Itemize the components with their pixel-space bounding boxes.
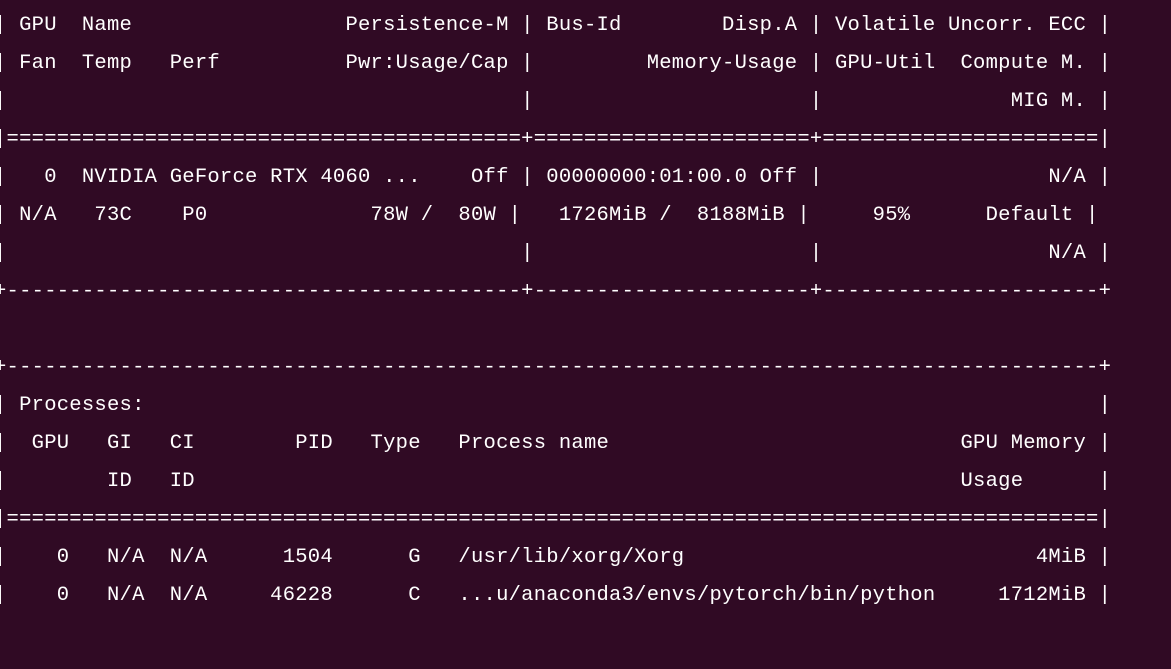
process-table-header-row-1: | GPU GI CI PID Type Process name GPU Me…: [0, 432, 1112, 455]
gpu-row-1: | 0 NVIDIA GeForce RTX 4060 ... Off | 00…: [0, 166, 1112, 189]
process-table-header-row-2: | ID ID Usage |: [0, 470, 1112, 493]
process-table-header-separator: |=======================================…: [0, 508, 1112, 531]
terminal-output: +---------------------------------------…: [0, 0, 1171, 669]
process-table-title: | Processes: |: [0, 394, 1112, 417]
gpu-table-header-row-2: | Fan Temp Perf Pwr:Usage/Cap | Memory-U…: [0, 52, 1112, 75]
gpu-table-header-separator: |=======================================…: [0, 128, 1112, 151]
gpu-row-2: | N/A 73C P0 78W / 80W | 1726MiB / 8188M…: [0, 204, 1099, 227]
process-table-top-border: +---------------------------------------…: [0, 356, 1112, 379]
process-row-python: | 0 N/A N/A 46228 C ...u/anaconda3/envs/…: [0, 584, 1112, 607]
gpu-table-header-row-3: | | | MIG M. |: [0, 90, 1112, 113]
gpu-table-header-row-1: | GPU Name Persistence-M | Bus-Id Disp.A…: [0, 14, 1112, 37]
gpu-row-3: | | | N/A |: [0, 242, 1112, 265]
gpu-table-top-border: +---------------------------------------…: [0, 0, 1111, 7]
gpu-table-bottom-border: +---------------------------------------…: [0, 280, 1112, 303]
process-row-xorg: | 0 N/A N/A 1504 G /usr/lib/xorg/Xorg 4M…: [0, 546, 1112, 569]
